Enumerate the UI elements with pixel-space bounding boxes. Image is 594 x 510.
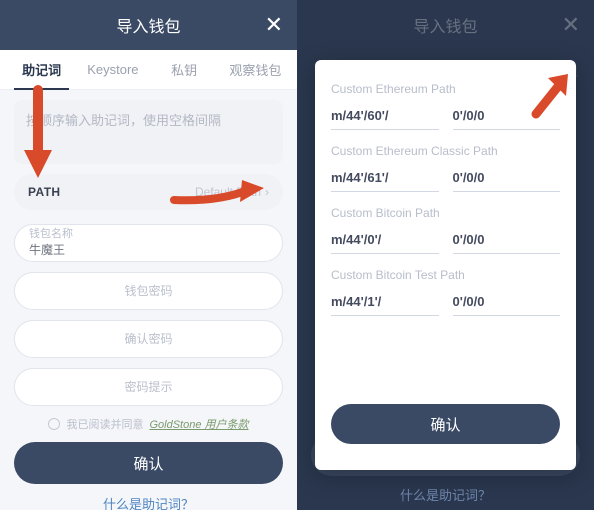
what-is-mnemonic-link[interactable]: 什么是助记词？ [14,494,283,510]
password-hint-field[interactable]: 密码提示 [14,368,283,406]
confirm-button[interactable]: 确认 [14,442,283,484]
path-group-label: Custom Bitcoin Path [331,206,560,220]
what-is-mnemonic-link: 什么是助记词？ [297,485,594,504]
path-prefix-input[interactable]: m/44'/1'/ [331,288,439,316]
path-group-label: Custom Ethereum Path [331,82,560,96]
screen-import-wallet: 导入钱包 ✕ 助记词 Keystore 私钥 观察钱包 按顺序输入助记词，使用空… [0,0,297,510]
terms-prefix: 我已阅读并同意 [66,416,143,432]
tab-mnemonic[interactable]: 助记词 [6,50,77,89]
mnemonic-textarea[interactable]: 按顺序输入助记词，使用空格间隔 [14,100,283,164]
path-pair: m/44'/61'/ 0'/0/0 [331,164,560,192]
import-method-tabs: 助记词 Keystore 私钥 观察钱包 [0,50,297,90]
path-suffix-input[interactable]: 0'/0/0 [453,226,561,254]
wallet-name-label: 钱包名称 [29,229,268,240]
path-prefix-input[interactable]: m/44'/0'/ [331,226,439,254]
terms-checkbox[interactable] [48,418,60,430]
chevron-right-icon: › [265,185,269,199]
terms-row: 我已阅读并同意 GoldStone 用户条款 [14,416,283,432]
terms-link[interactable]: GoldStone 用户条款 [149,416,248,432]
tab-private-key[interactable]: 私钥 [149,50,220,89]
tab-keystore[interactable]: Keystore [77,52,148,87]
form-content: 按顺序输入助记词，使用空格间隔 PATH Default Path › 钱包名称… [0,90,297,510]
path-prefix-input[interactable]: m/44'/61'/ [331,164,439,192]
confirm-password-label: 确认密码 [124,333,172,345]
wallet-name-value: 牛魔王 [29,241,268,258]
path-pair: m/44'/1'/ 0'/0/0 [331,288,560,316]
wallet-password-field[interactable]: 钱包密码 [14,272,283,310]
screen-path-modal: 导入钱包 ✕ 助记词 Keystore 私钥 观察钱包 确认 什么是助记词？ C… [297,0,594,510]
path-group-label: Custom Ethereum Classic Path [331,144,560,158]
path-label: PATH [28,185,61,199]
wallet-name-field[interactable]: 钱包名称 牛魔王 [14,224,283,262]
password-hint-label: 密码提示 [124,381,172,393]
app-header: 导入钱包 ✕ [0,0,297,50]
path-suffix-input[interactable]: 0'/0/0 [453,288,561,316]
path-pair: m/44'/0'/ 0'/0/0 [331,226,560,254]
mnemonic-placeholder: 按顺序输入助记词，使用空格间隔 [26,113,221,128]
path-group-label: Custom Bitcoin Test Path [331,268,560,282]
wallet-password-label: 钱包密码 [124,285,172,297]
confirm-password-field[interactable]: 确认密码 [14,320,283,358]
path-pair: m/44'/60'/ 0'/0/0 [331,102,560,130]
modal-confirm-button[interactable]: 确认 [331,404,560,444]
path-prefix-input[interactable]: m/44'/60'/ [331,102,439,130]
path-suffix-input[interactable]: 0'/0/0 [453,102,561,130]
path-suffix-input[interactable]: 0'/0/0 [453,164,561,192]
tab-watch-wallet[interactable]: 观察钱包 [220,50,291,89]
path-selector[interactable]: PATH Default Path › [14,174,283,210]
close-icon[interactable]: ✕ [265,12,283,38]
header-title: 导入钱包 [116,13,180,37]
custom-path-modal: Custom Ethereum Path m/44'/60'/ 0'/0/0 C… [315,60,576,470]
path-value: Default Path › [195,185,269,199]
